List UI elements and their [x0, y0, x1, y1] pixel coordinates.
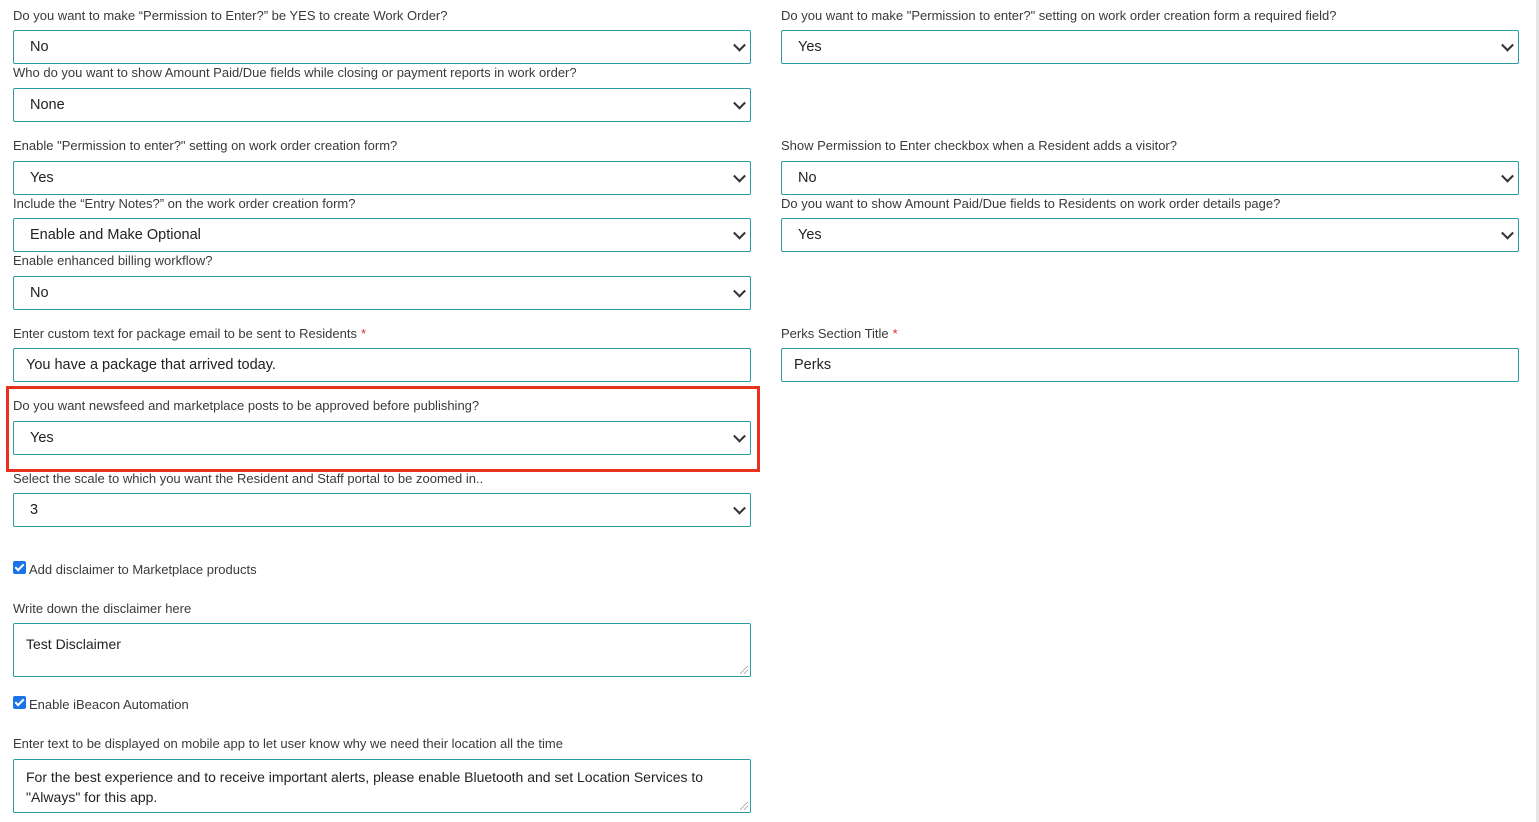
posts-approval-select[interactable]: Yes	[13, 421, 751, 455]
location-text-value: For the best experience and to receive i…	[26, 769, 704, 805]
perm-enter-visitor-label: Show Permission to Enter checkbox when a…	[781, 138, 1177, 153]
perks-title-value: Perks	[794, 357, 832, 373]
perm-enter-enable-label: Enable "Permission to enter?" setting on…	[13, 138, 398, 153]
resize-handle-icon[interactable]	[740, 802, 748, 810]
entry-notes-label: Include the “Entry Notes?” on the work o…	[13, 196, 356, 211]
chevron-down-icon	[733, 429, 746, 443]
marketplace-disclaimer-checkbox[interactable]	[13, 561, 26, 574]
package-email-label-text: Enter custom text for package email to b…	[13, 326, 357, 341]
enhanced-billing-value: No	[30, 285, 49, 301]
zoom-scale-select[interactable]: 3	[13, 493, 751, 527]
perm-enter-visitor-value: No	[798, 170, 817, 186]
perm-enter-required-select[interactable]: Yes	[781, 30, 1519, 64]
chevron-down-icon	[1501, 169, 1514, 183]
chevron-down-icon	[733, 169, 746, 183]
posts-approval-label: Do you want newsfeed and marketplace pos…	[13, 398, 480, 413]
perks-title-label-text: Perks Section Title	[781, 326, 889, 341]
chevron-down-icon	[733, 96, 746, 110]
marketplace-disclaimer-label: Add disclaimer to Marketplace products	[29, 562, 257, 577]
amount-paid-residents-select[interactable]: Yes	[781, 218, 1519, 252]
chevron-down-icon	[733, 284, 746, 298]
disclaimer-text-label: Write down the disclaimer here	[13, 601, 192, 616]
enhanced-billing-select[interactable]: No	[13, 276, 751, 310]
ibeacon-checkbox[interactable]	[13, 696, 26, 709]
chevron-down-icon	[1501, 226, 1514, 240]
amount-paid-closing-select[interactable]: None	[13, 88, 751, 122]
perm-enter-required-label: Do you want to make "Permission to enter…	[781, 8, 1337, 23]
chevron-down-icon	[733, 501, 746, 515]
posts-approval-value: Yes	[30, 430, 54, 446]
disclaimer-text-value: Test Disclaimer	[26, 636, 121, 652]
perm-enter-required-value: Yes	[798, 39, 822, 55]
perm-enter-yes-wo-value: No	[30, 39, 49, 55]
perm-enter-yes-wo-select[interactable]: No	[13, 30, 751, 64]
package-email-value: You have a package that arrived today.	[26, 357, 276, 373]
amount-paid-closing-value: None	[30, 97, 65, 113]
amount-paid-closing-label: Who do you want to show Amount Paid/Due …	[13, 65, 577, 80]
package-email-label: Enter custom text for package email to b…	[13, 326, 366, 342]
entry-notes-value: Enable and Make Optional	[30, 227, 201, 243]
location-textarea[interactable]: For the best experience and to receive i…	[13, 759, 751, 813]
amount-paid-residents-label: Do you want to show Amount Paid/Due fiel…	[781, 196, 1281, 211]
perks-title-input[interactable]: Perks	[781, 348, 1519, 382]
perm-enter-visitor-select[interactable]: No	[781, 161, 1519, 195]
settings-page: { "fields": { "perm_enter_yes_wo": {"lab…	[0, 0, 1539, 822]
required-mark: *	[360, 326, 367, 341]
zoom-scale-value: 3	[30, 502, 39, 518]
enhanced-billing-label: Enable enhanced billing workflow?	[13, 253, 213, 268]
zoom-scale-label: Select the scale to which you want the R…	[13, 471, 484, 486]
resize-handle-icon[interactable]	[740, 666, 748, 674]
perm-enter-yes-wo-label: Do you want to make “Permission to Enter…	[13, 8, 448, 23]
entry-notes-select[interactable]: Enable and Make Optional	[13, 218, 751, 252]
amount-paid-residents-value: Yes	[798, 227, 822, 243]
package-email-input[interactable]: You have a package that arrived today.	[13, 348, 751, 382]
perks-title-label: Perks Section Title *	[781, 326, 898, 342]
disclaimer-textarea[interactable]: Test Disclaimer	[13, 623, 751, 677]
perm-enter-enable-value: Yes	[30, 170, 54, 186]
perm-enter-enable-select[interactable]: Yes	[13, 161, 751, 195]
chevron-down-icon	[733, 38, 746, 52]
chevron-down-icon	[1501, 38, 1514, 52]
required-mark: *	[892, 326, 898, 341]
ibeacon-label: Enable iBeacon Automation	[29, 697, 189, 712]
chevron-down-icon	[733, 226, 746, 240]
location-text-label: Enter text to be displayed on mobile app…	[13, 736, 563, 751]
